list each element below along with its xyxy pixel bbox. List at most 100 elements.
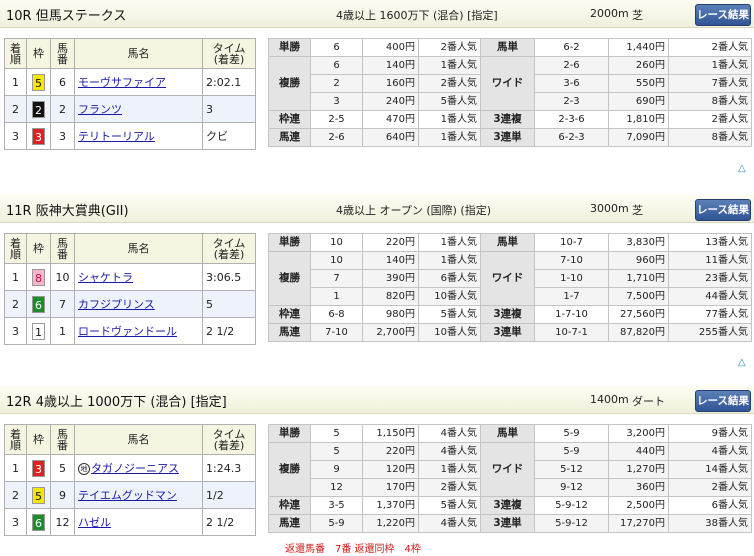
horse-name-cell: モーヴサファイア <box>74 68 203 96</box>
combination: 2-6 <box>534 56 609 75</box>
payout: 1,370円 <box>362 496 419 515</box>
place: 3 <box>4 317 27 345</box>
finish-time: 3:06.5 <box>202 263 256 291</box>
race-results-button[interactable]: レース結果 <box>695 199 751 221</box>
finish-time: 2:02.1 <box>202 68 256 96</box>
combination: 3-6 <box>534 74 609 93</box>
combination: 1-7-10 <box>534 305 609 324</box>
payout: 640円 <box>362 128 419 147</box>
combination: 5-9 <box>310 514 363 533</box>
place: 3 <box>4 508 27 536</box>
payout: 400円 <box>362 38 419 57</box>
bet-type-umaren: 馬連 <box>268 323 311 342</box>
horse-number: 2 <box>50 95 75 123</box>
payout: 220円 <box>362 442 419 461</box>
horse-name-cell: テイエムグッドマン <box>74 481 203 509</box>
popularity: 2番人気 <box>668 38 752 57</box>
frame-badge: 1 <box>32 322 45 340</box>
header-horse-no: 馬 番 <box>57 427 68 452</box>
combination: 10 <box>310 251 363 270</box>
combination: 5 <box>310 424 363 443</box>
payout: 960円 <box>608 251 669 270</box>
popularity: 4番人気 <box>418 514 481 533</box>
payout: 1,710円 <box>608 269 669 288</box>
popularity: 10番人気 <box>418 323 481 342</box>
popularity: 1番人気 <box>418 128 481 147</box>
bet-type-umatan: 馬単 <box>480 233 535 252</box>
race-conditions: 4歳以上 オープン (国際) (指定) <box>336 204 491 217</box>
popularity: 4番人気 <box>668 442 752 461</box>
combination: 10-7-1 <box>534 323 609 342</box>
horse-name-link[interactable]: カフジプリンス <box>78 298 155 311</box>
bet-type-tansho: 単勝 <box>268 38 311 57</box>
finish-time: 2 1/2 <box>202 508 256 536</box>
payout-row: 単勝 10 220円 1番人気 馬単 10-7 3,830円 13番人気 <box>268 233 752 252</box>
finish-table: 着 順 枠 馬 番 馬名 タイム (着差) 1 5 6 モーヴサファイア 2:0… <box>4 38 256 150</box>
place: 1 <box>4 263 27 291</box>
payout: 120円 <box>362 460 419 479</box>
header-horse-no: 馬 番 <box>57 41 68 66</box>
horse-name-cell: テリトーリアル <box>74 122 203 150</box>
horse-name-link[interactable]: ハゼル <box>78 516 111 529</box>
popularity: 9番人気 <box>668 424 752 443</box>
race-surface: ダート <box>632 395 665 408</box>
horse-name-link[interactable]: テリトーリアル <box>78 130 155 143</box>
header-place: 着 順 <box>10 41 21 66</box>
popularity: 4番人気 <box>418 424 481 443</box>
finish-row: 2 2 2 フランツ 3 <box>4 95 256 123</box>
combination: 3 <box>310 92 363 111</box>
payout: 7,090円 <box>608 128 669 147</box>
finish-row: 3 1 1 ロードヴァンドール 2 1/2 <box>4 317 256 345</box>
header-horse-name: 馬名 <box>127 47 150 60</box>
payout-row: 複勝 5 220円 4番人気 ワイド 5-9 440円 4番人気 <box>268 442 752 497</box>
finish-table: 着 順 枠 馬 番 馬名 タイム (着差) 1 8 10 シャケトラ 3:06.… <box>4 233 256 345</box>
triangle-up-icon[interactable]: △ <box>738 357 746 368</box>
horse-name-link[interactable]: タガノジーニアス <box>91 462 179 475</box>
bet-type-wide: ワイド <box>480 251 535 306</box>
header-frame: 枠 <box>33 47 44 60</box>
payout: 1,220円 <box>362 514 419 533</box>
popularity: 5番人気 <box>418 496 481 515</box>
finish-row: 1 5 6 モーヴサファイア 2:02.1 <box>4 68 256 96</box>
payout-table: 単勝 10 220円 1番人気 馬単 10-7 3,830円 13番人気 複勝 10 14… <box>268 233 752 342</box>
horse-name-cell: シャケトラ <box>74 263 203 291</box>
combination: 2-3-6 <box>534 110 609 129</box>
bet-type-wakuren: 枠連 <box>268 305 311 324</box>
race-name: 11R 阪神大賞典(GII) <box>6 204 129 219</box>
payout: 87,820円 <box>608 323 669 342</box>
frame-cell: 3 <box>26 122 51 150</box>
popularity: 1番人気 <box>418 251 481 270</box>
race-surface: 芝 <box>632 204 643 217</box>
popularity: 2番人気 <box>668 110 752 129</box>
popularity: 255番人気 <box>668 323 752 342</box>
combination: 5-9-12 <box>534 514 609 533</box>
bet-type-wide: ワイド <box>480 442 535 497</box>
horse-name-link[interactable]: シャケトラ <box>78 271 133 284</box>
payout: 690円 <box>608 92 669 111</box>
race-results-button[interactable]: レース結果 <box>695 4 751 26</box>
horse-name-link[interactable]: モーヴサファイア <box>78 76 166 89</box>
frame-cell: 6 <box>26 290 51 318</box>
header-place: 着 順 <box>10 236 21 261</box>
combination: 2-3 <box>534 92 609 111</box>
combination: 10 <box>310 233 363 252</box>
place: 1 <box>4 68 27 96</box>
frame-cell: 6 <box>26 508 51 536</box>
payout: 7,500円 <box>608 287 669 306</box>
header-place: 着 順 <box>10 427 21 452</box>
payout-row: 単勝 5 1,150円 4番人気 馬単 5-9 3,200円 9番人気 <box>268 424 752 443</box>
horse-number: 3 <box>50 122 75 150</box>
frame-badge: 3 <box>32 127 45 145</box>
horse-number: 10 <box>50 263 75 291</box>
horse-name-link[interactable]: フランツ <box>78 103 122 116</box>
popularity: 2番人気 <box>418 478 481 497</box>
combination: 3-5 <box>310 496 363 515</box>
payout: 470円 <box>362 110 419 129</box>
race-results-button[interactable]: レース結果 <box>695 390 751 412</box>
horse-name-link[interactable]: テイエムグッドマン <box>78 489 177 502</box>
popularity: 44番人気 <box>668 287 752 306</box>
payout-row: 枠連 2-5 470円 1番人気 3連複 2-3-6 1,810円 2番人気 <box>268 110 752 129</box>
horse-name-link[interactable]: ロードヴァンドール <box>78 325 177 338</box>
triangle-up-icon[interactable]: △ <box>738 163 746 174</box>
payout-row: 馬連 7-10 2,700円 10番人気 3連単 10-7-1 87,820円 255… <box>268 323 752 342</box>
